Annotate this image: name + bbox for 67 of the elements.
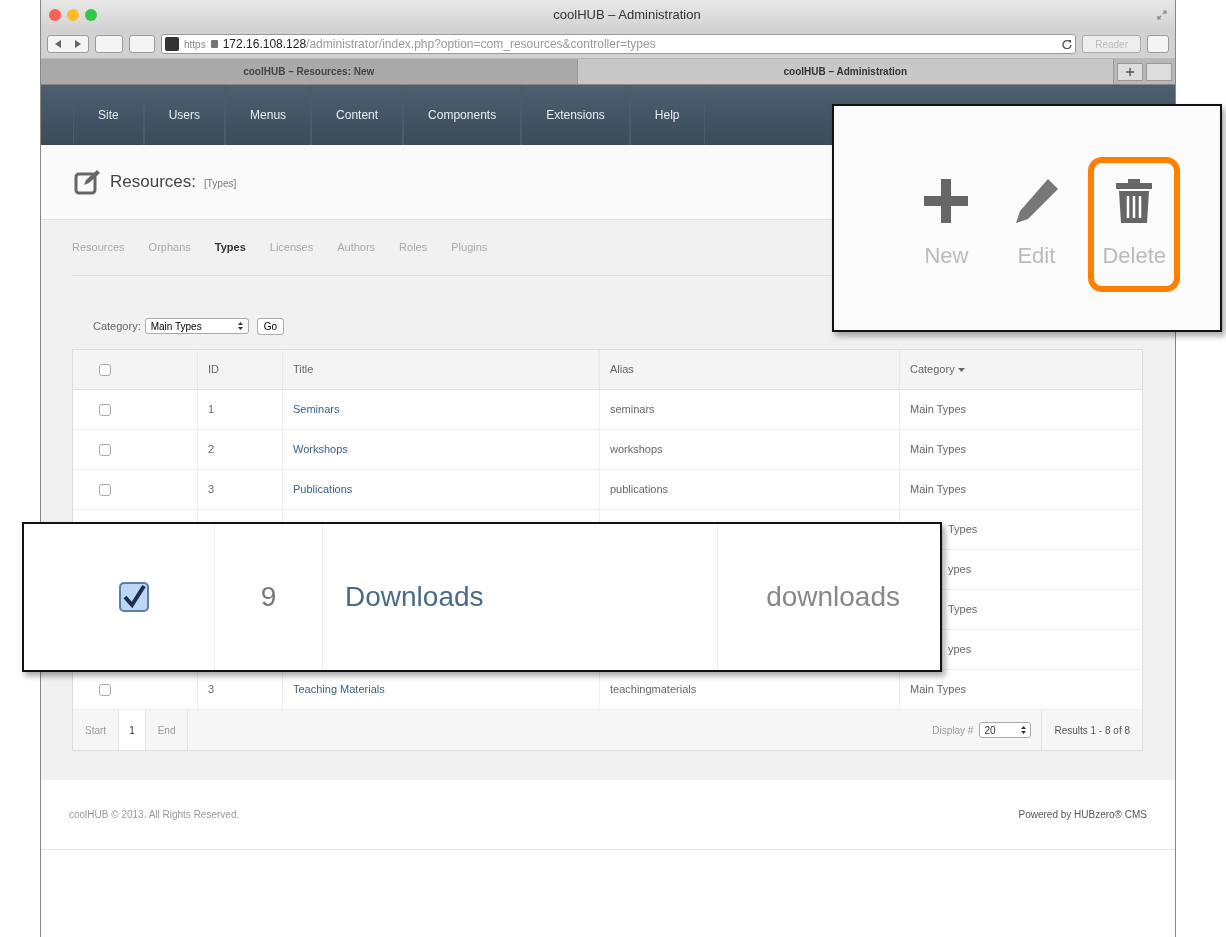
- new-tab-button[interactable]: [1117, 63, 1143, 81]
- table-cell-text: Types: [948, 602, 978, 618]
- table-cell-text: Main Types: [910, 482, 967, 498]
- column-header: Title: [282, 350, 599, 389]
- table-cell-text: 2: [208, 442, 215, 458]
- table-cell-text: publications: [610, 482, 669, 498]
- page-number[interactable]: 1: [118, 710, 146, 750]
- edit-icon: [74, 169, 102, 195]
- sort-caret-icon: [957, 367, 965, 372]
- checkbox[interactable]: [99, 363, 111, 376]
- checkbox[interactable]: [99, 683, 111, 696]
- checkbox[interactable]: [99, 403, 111, 416]
- table-cell-text: 9: [260, 580, 277, 614]
- browser-tab[interactable]: coolHUB – Administration: [577, 59, 1114, 84]
- table-cell-text: Main Types: [910, 442, 967, 458]
- type-link[interactable]: Seminars: [293, 401, 340, 418]
- display-label: Display #: [932, 723, 974, 738]
- type-link[interactable]: Workshops: [293, 441, 348, 458]
- trash-icon: [1114, 176, 1155, 225]
- table-cell-text: 3: [208, 682, 215, 698]
- table-cell-text: 1: [208, 402, 215, 418]
- forward-icon[interactable]: [75, 40, 81, 48]
- plus-icon: [922, 176, 971, 225]
- column-header: Alias: [599, 350, 899, 389]
- checkmark-icon: [121, 584, 147, 610]
- column-header[interactable]: Category: [899, 350, 1142, 389]
- page-subtitle: [Types]: [204, 177, 237, 191]
- table-cell-text: workshops: [610, 442, 663, 458]
- powered-by-text: Powered by HUBzero® CMS: [1018, 808, 1147, 822]
- sub-tab[interactable]: Types: [214, 239, 246, 256]
- go-button[interactable]: Go: [256, 317, 285, 335]
- back-icon[interactable]: [55, 40, 61, 48]
- table-cell-text: ypes: [948, 562, 972, 578]
- site-favicon-icon: [165, 37, 179, 51]
- fullscreen-icon[interactable]: [1157, 10, 1167, 20]
- browser-tab[interactable]: coolHUB – Resources: New: [41, 59, 578, 84]
- page-title: Resources:: [110, 171, 196, 194]
- select-arrows-icon: [237, 322, 243, 330]
- category-select[interactable]: Main Types: [144, 318, 249, 334]
- address-field[interactable]: https 172.16.108.128/administrator/index.php?option=com_resources&controller=types: [161, 34, 1077, 54]
- plus-icon: [1126, 68, 1134, 76]
- copyright-text: coolHUB © 2013. All Rights Reserved.: [69, 808, 240, 822]
- url-scheme: https: [184, 37, 206, 52]
- filter-label: Category:: [93, 318, 141, 334]
- type-link[interactable]: Downloads: [345, 576, 484, 618]
- back-forward-buttons[interactable]: [47, 35, 89, 53]
- table-cell-text: 3: [208, 482, 215, 498]
- url-text: 172.16.108.128/administrator/index.php?option=com_resources&controller=types: [222, 36, 656, 53]
- display-select[interactable]: 20: [979, 722, 1032, 738]
- type-link[interactable]: Publications: [293, 481, 353, 498]
- table-cell-text: Main Types: [910, 682, 967, 698]
- table-cell-text: teachingmaterials: [610, 682, 697, 698]
- table-cell-text: Types: [948, 522, 978, 538]
- table-cell-text: downloads: [766, 580, 900, 614]
- checkbox[interactable]: [99, 483, 111, 496]
- checkbox[interactable]: [99, 443, 111, 456]
- table-cell-text: seminars: [610, 402, 655, 418]
- checkbox[interactable]: [119, 582, 149, 612]
- select-arrows-icon: [1021, 726, 1027, 734]
- table-cell-text: Main Types: [910, 402, 967, 418]
- results-count: Results 1 - 8 of 8: [1041, 710, 1142, 750]
- reload-icon[interactable]: [1062, 39, 1073, 49]
- type-link[interactable]: Teaching Materials: [293, 681, 385, 698]
- lock-icon: [210, 40, 218, 48]
- table-cell-text: ypes: [948, 642, 972, 658]
- window-title: coolHUB – Administration: [552, 6, 702, 25]
- column-header: ID: [197, 350, 282, 389]
